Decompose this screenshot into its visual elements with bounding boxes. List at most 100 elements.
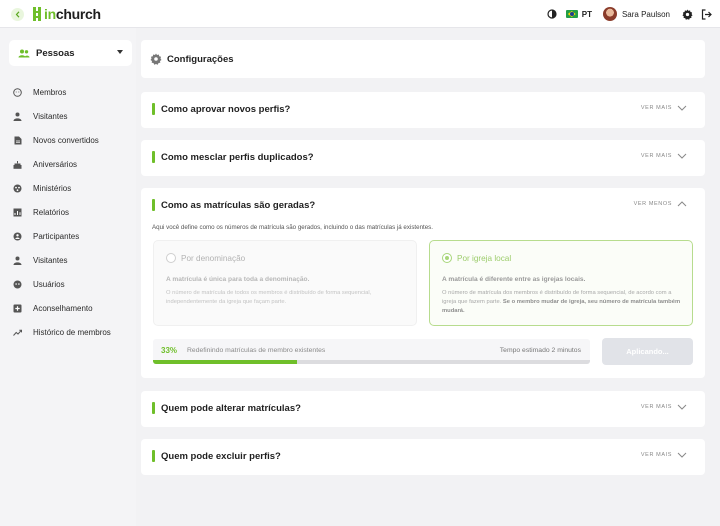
person-icon <box>13 112 22 121</box>
theme-toggle-icon[interactable] <box>547 9 557 19</box>
document-icon <box>13 136 22 145</box>
sidebar-item-aniversarios[interactable]: Aniversários <box>13 152 111 176</box>
expand-toggle-label: VER MAIS <box>640 452 672 458</box>
page-header: Configurações <box>141 40 705 78</box>
sidebar-item-label: Ministérios <box>33 183 72 193</box>
option-description: O número de matrícula de todos os membro… <box>166 290 372 305</box>
sidebar-item-membros[interactable]: Membros <box>13 80 111 104</box>
language-code[interactable]: PT <box>582 10 592 19</box>
users-icon <box>13 280 22 289</box>
face-icon <box>13 87 22 97</box>
section-description: Aqui você define como os números de matr… <box>152 224 433 231</box>
avatar[interactable] <box>602 7 617 21</box>
chevron-down-icon <box>677 153 687 159</box>
sidebar-item-relatorios[interactable]: Relatórios <box>13 200 111 224</box>
logout-icon[interactable] <box>701 8 712 20</box>
progress-fill <box>153 360 298 364</box>
option-by-local-church[interactable]: Por igreja local A matrícula é diferente… <box>429 240 693 326</box>
group-icon <box>13 184 22 193</box>
progress-eta: Tempo estimado 2 minutos <box>499 347 581 354</box>
sidebar-nav: Membros Visitantes Novos convertidos Ani… <box>13 80 111 344</box>
logo-mark-icon <box>33 7 42 21</box>
sidebar-item-label: Participantes <box>33 231 80 241</box>
faq-section-approve-profiles: Como aprovar novos perfis? VER MAIS <box>141 92 705 128</box>
sidebar-item-label: Visitantes <box>33 255 68 265</box>
option-description: O número de matrícula dos membros é dist… <box>442 289 686 315</box>
faq-section-registration-numbers: Como as matrículas são geradas? VER MENO… <box>141 188 705 378</box>
accent-bar <box>152 199 155 211</box>
option-subtitle: A matrícula é única para toda a denomina… <box>166 276 310 283</box>
expand-toggle[interactable]: VER MAIS <box>641 404 687 410</box>
sidebar-item-label: Aniversários <box>33 159 78 169</box>
sidebar-item-label: Visitantes <box>33 111 68 121</box>
accent-bar <box>152 151 155 163</box>
participants-icon <box>13 232 22 241</box>
faq-section-delete-profiles: Quem pode excluir perfis? VER MAIS <box>141 439 705 475</box>
sidebar-item-aconselhamento[interactable]: Aconselhamento <box>13 296 111 320</box>
chevron-down-icon <box>677 105 687 111</box>
radio-button-selected[interactable] <box>442 253 452 263</box>
back-button[interactable] <box>11 8 24 21</box>
section-title: Como mesclar perfis duplicados? <box>161 152 314 163</box>
user-name[interactable]: Sara Paulson <box>622 10 670 19</box>
sidebar-item-label: Histórico de membros <box>33 327 111 337</box>
chevron-down-icon <box>677 404 687 410</box>
section-title: Como as matrículas são geradas? <box>161 200 316 211</box>
section-selector-label: Pessoas <box>36 47 75 59</box>
expand-toggle-label: VER MAIS <box>640 153 672 159</box>
section-title: Quem pode excluir perfis? <box>161 451 281 462</box>
expand-toggle[interactable]: VER MAIS <box>641 452 687 458</box>
faq-section-merge-profiles: Como mesclar perfis duplicados? VER MAIS <box>141 140 705 176</box>
expand-toggle[interactable]: VER MAIS <box>641 105 687 111</box>
section-selector[interactable]: Pessoas <box>9 40 132 66</box>
section-title: Como aprovar novos perfis? <box>161 104 291 115</box>
expand-toggle-label: VER MAIS <box>640 105 672 111</box>
apply-button[interactable]: Aplicando... <box>602 338 693 365</box>
sidebar-item-ministerios[interactable]: Ministérios <box>13 176 111 200</box>
report-icon <box>13 208 22 217</box>
expand-toggle-label: VER MAIS <box>640 404 672 410</box>
collapse-toggle[interactable]: VER MENOS <box>634 201 687 207</box>
sidebar-item-label: Aconselhamento <box>33 303 93 313</box>
progress-percent: 33% <box>161 346 178 355</box>
accent-bar <box>152 402 155 414</box>
sidebar-item-novos-convertidos[interactable]: Novos convertidos <box>13 128 111 152</box>
expand-toggle[interactable]: VER MAIS <box>641 153 687 159</box>
progress-label: Redefinindo matrículas de membro existen… <box>187 347 326 354</box>
section-title: Quem pode alterar matrículas? <box>161 403 301 414</box>
option-label: Por denominação <box>181 254 246 263</box>
option-label: Por igreja local <box>457 254 512 263</box>
sidebar-item-participantes[interactable]: Participantes <box>13 224 111 248</box>
option-by-denomination[interactable]: Por denominação A matrícula é única para… <box>153 240 417 326</box>
trend-icon <box>13 328 22 337</box>
settings-icon[interactable] <box>682 8 693 20</box>
chevron-up-icon <box>677 201 687 207</box>
top-bar: inchurch PT Sara Paulson <box>0 0 720 28</box>
settings-icon <box>150 53 162 65</box>
radio-button[interactable] <box>166 253 176 263</box>
brazil-flag-icon[interactable] <box>565 10 578 18</box>
accent-bar <box>152 450 155 462</box>
progress-indicator: 33% Redefinindo matrículas de membro exi… <box>153 339 590 364</box>
sidebar-item-visitantes-2[interactable]: Visitantes <box>13 248 111 272</box>
inchurch-logo[interactable]: inchurch <box>33 6 101 22</box>
logo-text: inchurch <box>44 6 101 22</box>
sidebar-item-label: Membros <box>33 87 67 97</box>
page-title: Configurações <box>167 53 234 65</box>
collapse-toggle-label: VER MENOS <box>633 201 672 207</box>
person-icon <box>13 256 22 265</box>
people-icon <box>18 49 30 57</box>
sidebar-item-usuarios[interactable]: Usuários <box>13 272 111 296</box>
chevron-down-icon <box>117 50 123 54</box>
cake-icon <box>13 160 22 169</box>
sidebar-item-label: Usuários <box>33 279 65 289</box>
counseling-icon <box>13 304 22 313</box>
sidebar: Pessoas Membros Visitantes Novos convert… <box>0 28 136 526</box>
accent-bar <box>152 103 155 115</box>
sidebar-item-label: Relatórios <box>33 207 70 217</box>
option-subtitle: A matrícula é diferente entre as igrejas… <box>442 276 586 283</box>
sidebar-item-visitantes[interactable]: Visitantes <box>13 104 111 128</box>
progress-track <box>153 360 590 364</box>
sidebar-item-historico-de-membros[interactable]: Histórico de membros <box>13 320 111 344</box>
chevron-down-icon <box>677 452 687 458</box>
